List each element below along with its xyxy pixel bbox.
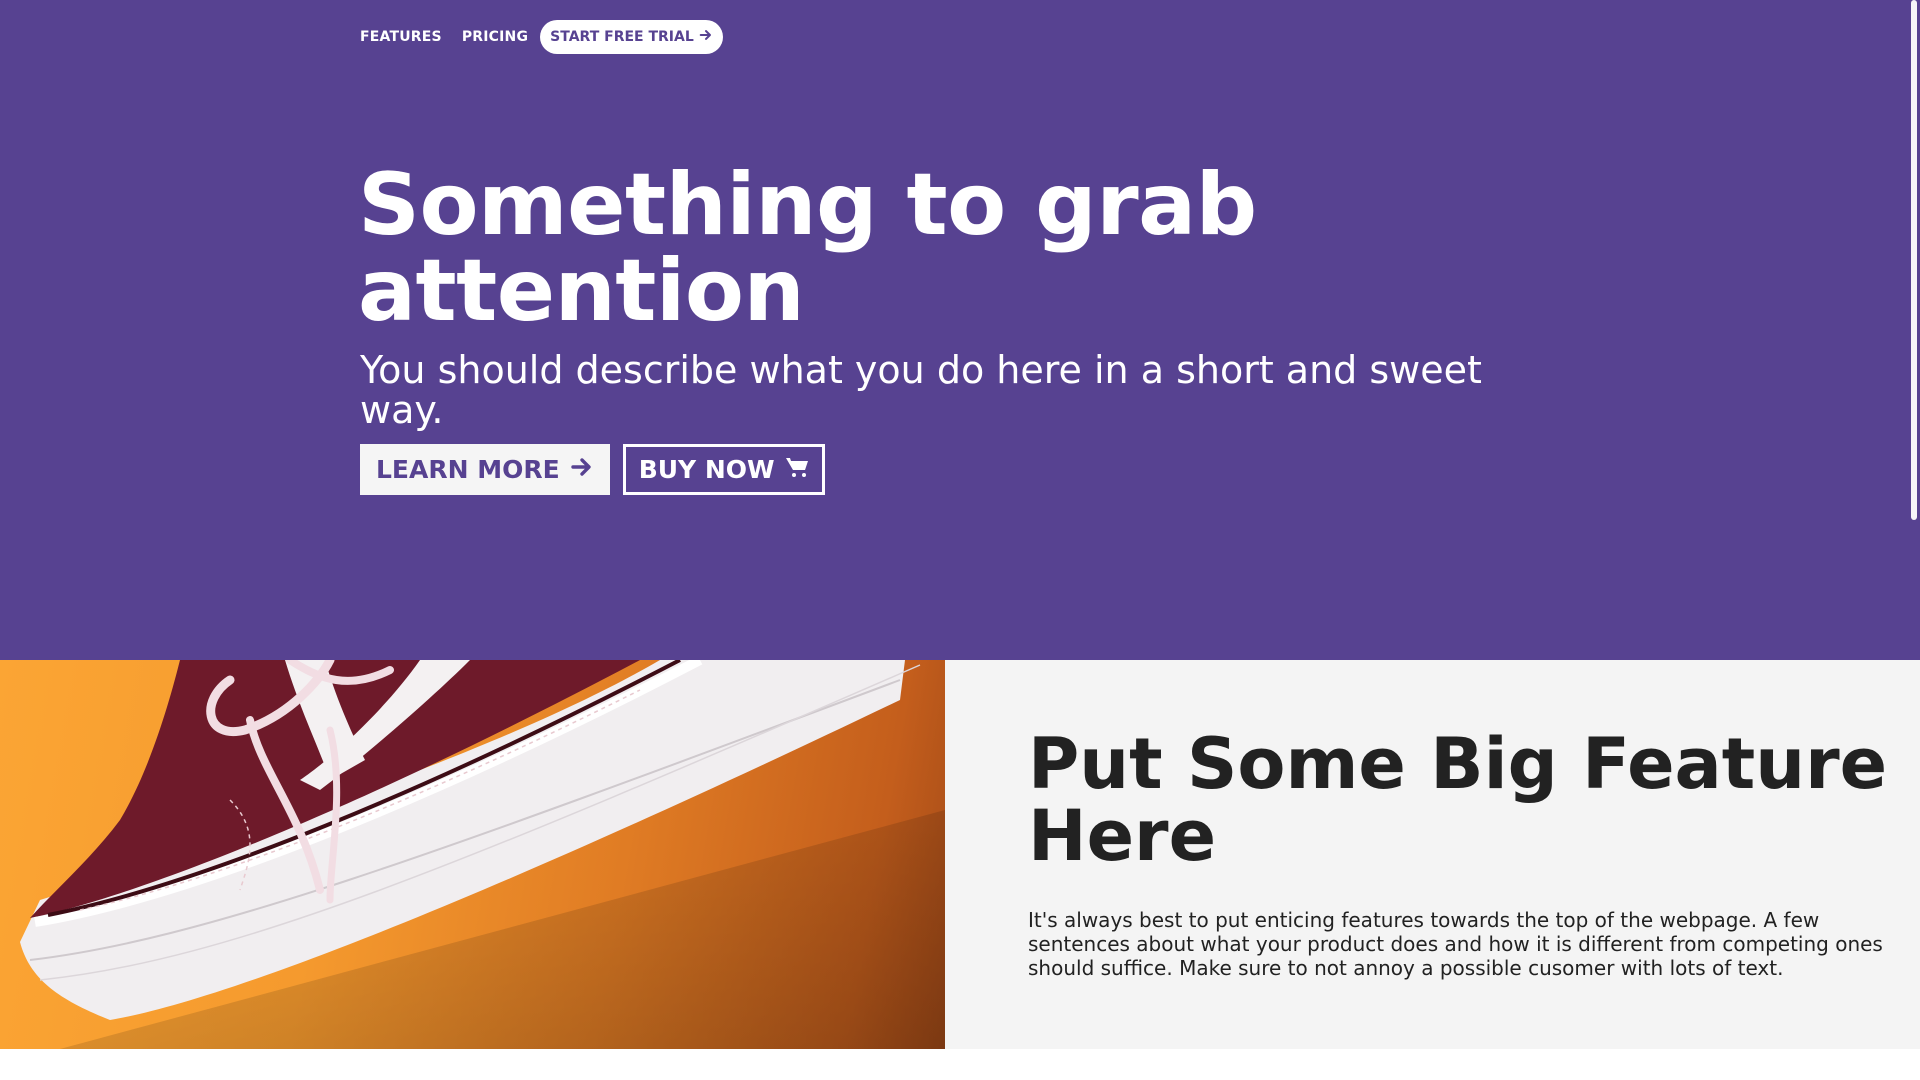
hero-title: Something to grab attention [358,155,1257,341]
learn-more-label: LEARN MORE [376,455,560,484]
start-free-trial-label: START FREE TRIAL [550,29,694,45]
page-bottom [0,1049,1920,1080]
shopping-cart-icon [785,455,809,485]
nav-pricing-link[interactable]: PRICING [462,29,528,45]
hero-subtitle: You should describe what you do here in … [360,348,1482,432]
feature-description: It's always best to put enticing feature… [1028,908,1883,980]
feature-title: Put Some Big Feature Here [1028,723,1888,877]
arrow-right-icon [570,455,594,485]
hero-section: FEATURES PRICING START FREE TRIAL Someth… [0,0,1920,660]
feature-panel: Put Some Big Feature Here It's always be… [945,660,1920,1049]
nav-features-link[interactable]: FEATURES [360,29,442,45]
arrow-right-icon [699,28,713,46]
sneaker-photo [0,660,945,1049]
scrollbar-thumb[interactable] [1911,0,1917,520]
learn-more-button[interactable]: LEARN MORE [360,444,610,495]
top-nav: FEATURES PRICING START FREE TRIAL [360,20,723,54]
buy-now-label: BUY NOW [638,455,775,484]
start-free-trial-button[interactable]: START FREE TRIAL [540,20,723,54]
hero-buttons: LEARN MORE BUY NOW [360,444,825,495]
buy-now-button[interactable]: BUY NOW [622,444,825,495]
